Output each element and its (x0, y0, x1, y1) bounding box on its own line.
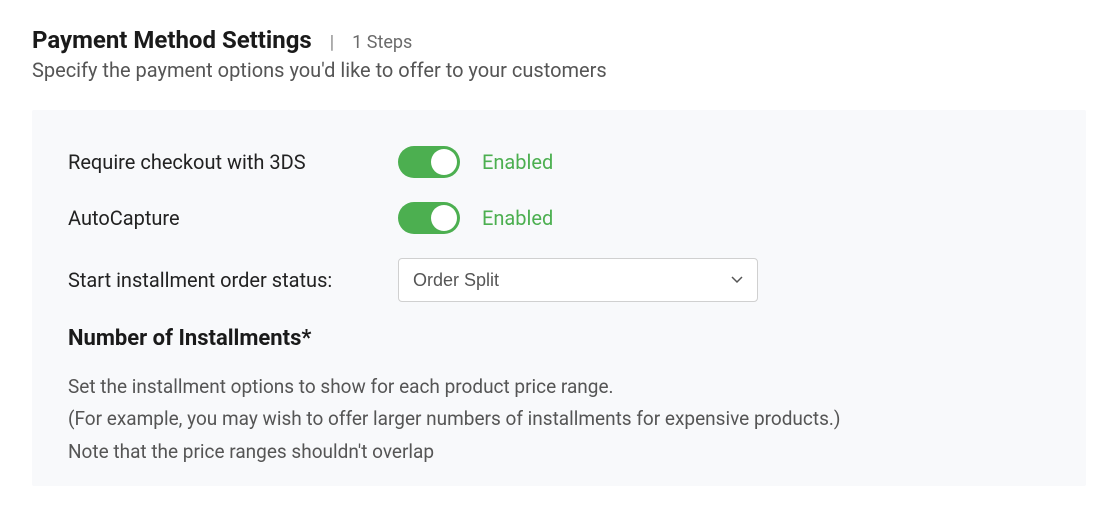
require-3ds-row: Require checkout with 3DS Enabled (68, 146, 1050, 178)
installment-status-select[interactable]: Order Split (398, 258, 758, 302)
page-title: Payment Method Settings (32, 26, 312, 54)
installments-help-line1: Set the installment options to show for … (68, 371, 1050, 403)
page-subtitle: Specify the payment options you'd like t… (32, 58, 1086, 82)
autocapture-status: Enabled (482, 206, 553, 230)
autocapture-toggle[interactable] (398, 202, 460, 234)
installments-help-line2: (For example, you may wish to offer larg… (68, 403, 1050, 435)
separator: | (330, 32, 334, 53)
installments-section-title: Number of Installments* (68, 326, 1050, 351)
require-3ds-label: Require checkout with 3DS (68, 150, 398, 174)
require-3ds-toggle[interactable] (398, 146, 460, 178)
page-header: Payment Method Settings | 1 Steps (32, 26, 1086, 54)
installment-status-row: Start installment order status: Order Sp… (68, 258, 1050, 302)
settings-panel: Require checkout with 3DS Enabled AutoCa… (32, 110, 1086, 486)
installments-help-line3: Note that the price ranges shouldn't ove… (68, 436, 1050, 468)
require-3ds-status: Enabled (482, 150, 553, 174)
installment-status-label: Start installment order status: (68, 268, 398, 292)
steps-count: 1 Steps (352, 32, 412, 53)
autocapture-row: AutoCapture Enabled (68, 202, 1050, 234)
autocapture-label: AutoCapture (68, 206, 398, 230)
